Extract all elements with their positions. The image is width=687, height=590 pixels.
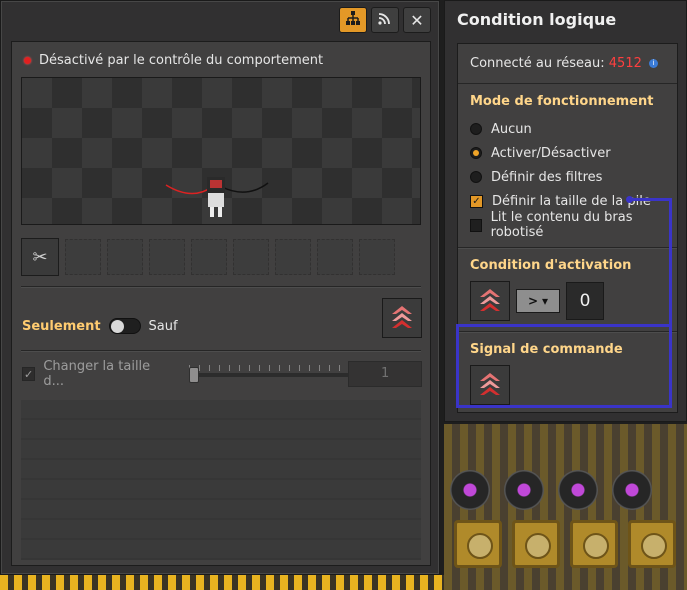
empty-slot [359,239,395,275]
inserter-signal-icon [480,289,500,311]
disconnect-wire-icon: ✂ [32,246,48,268]
network-label: Connecté au réseau: [470,56,605,71]
assembler [612,470,652,510]
mode-option-set-filters[interactable]: Définir des filtres [470,165,665,189]
wire-tool-row: ✂ [21,238,395,276]
divider [21,286,421,287]
filter-signal-button[interactable] [382,298,422,338]
empty-slot [65,239,101,275]
highlight-connector [669,198,672,326]
network-icon [345,10,361,30]
close-icon: ✕ [410,10,424,30]
radio-button[interactable] [470,171,482,183]
radio-icon [377,10,393,30]
empty-slot [149,239,185,275]
stack-size-label: Changer la taille d... [43,359,151,389]
enable-condition-section: Condition d'activation > ▾ 0 [458,248,677,321]
chest [512,520,560,568]
mode-title: Mode de fonctionnement [470,94,654,109]
slider-ticks [189,365,350,371]
belt-strip [0,575,444,590]
slider-handle[interactable] [189,367,200,383]
comparator-value: > [527,294,539,308]
checkbox[interactable] [470,218,482,232]
mode-section: Mode de fonctionnement Aucun Activer/Dés… [458,84,677,240]
divider [21,350,421,351]
option-label: Aucun [491,121,532,137]
network-row: Connecté au réseau: 4512 i [458,44,677,84]
status-row: Désactivé par le contrôle du comportemen… [12,42,430,68]
slider-track [189,373,350,377]
inserter-window: ✕ Désactivé par le contrôle du comportem… [0,0,440,575]
circuit-network-button[interactable] [339,7,367,33]
chest [454,520,502,568]
disconnect-wire-button[interactable]: ✂ [21,238,59,276]
inserter-sprite [165,177,269,217]
comparator-dropdown[interactable]: > ▾ [516,289,560,313]
filter-mode-toggle[interactable] [108,318,141,334]
chest [570,520,618,568]
whitelist-label: Seulement [22,318,101,334]
window-title: Condition logique [457,10,617,29]
stack-size-checkbox[interactable]: ✓ [22,367,36,381]
assembler [450,470,490,510]
assembler [558,470,598,510]
read-hand-contents-option[interactable]: Lit le contenu du bras robotisé [470,210,665,240]
condition-row: > ▾ 0 [470,281,665,321]
toggle-knob [110,320,124,333]
stack-size-field[interactable]: 1 [348,361,422,387]
empty-slot [107,239,143,275]
filter-mode-row: Seulement Sauf [22,318,178,334]
empty-slot [233,239,269,275]
close-button[interactable]: ✕ [403,7,431,33]
option-label: Définir des filtres [491,169,603,185]
empty-slot [275,239,311,275]
constant-value-field[interactable]: 0 [566,282,604,320]
chevron-down-icon: ▾ [542,294,549,308]
highlight-box [456,324,672,408]
option-label: Activer/Désactiver [491,145,611,161]
condition-signal-button[interactable] [470,281,510,321]
chest [628,520,676,568]
assembler-row [444,470,687,510]
status-indicator-icon [24,57,31,64]
inserter-signal-icon [392,306,412,328]
assembler [504,470,544,510]
blacklist-label: Sauf [148,318,178,334]
inserter-content: Désactivé par le contrôle du comportemen… [11,41,431,566]
empty-slot [191,239,227,275]
highlight-connector [632,198,672,201]
stack-size-slider[interactable] [189,365,350,383]
stack-size-row: ✓ Changer la taille d... 1 [22,359,422,389]
empty-list-area [21,400,421,560]
mode-option-none[interactable]: Aucun [470,117,665,141]
entity-preview [21,77,421,225]
empty-slot [317,239,353,275]
info-icon[interactable]: i [649,59,659,68]
radio-button[interactable] [470,147,482,159]
enable-condition-title: Condition d'activation [470,258,632,273]
logistic-network-button[interactable] [371,7,399,33]
status-text: Désactivé par le contrôle du comportemen… [39,53,324,68]
chest-row [444,520,687,576]
option-label: Lit le contenu du bras robotisé [490,210,633,240]
network-id: 4512 [608,56,642,71]
titlebar: ✕ [1,1,439,39]
radio-button[interactable] [470,123,482,135]
mode-option-enable-disable[interactable]: Activer/Désactiver [470,141,665,165]
checkbox[interactable]: ✓ [470,194,483,208]
